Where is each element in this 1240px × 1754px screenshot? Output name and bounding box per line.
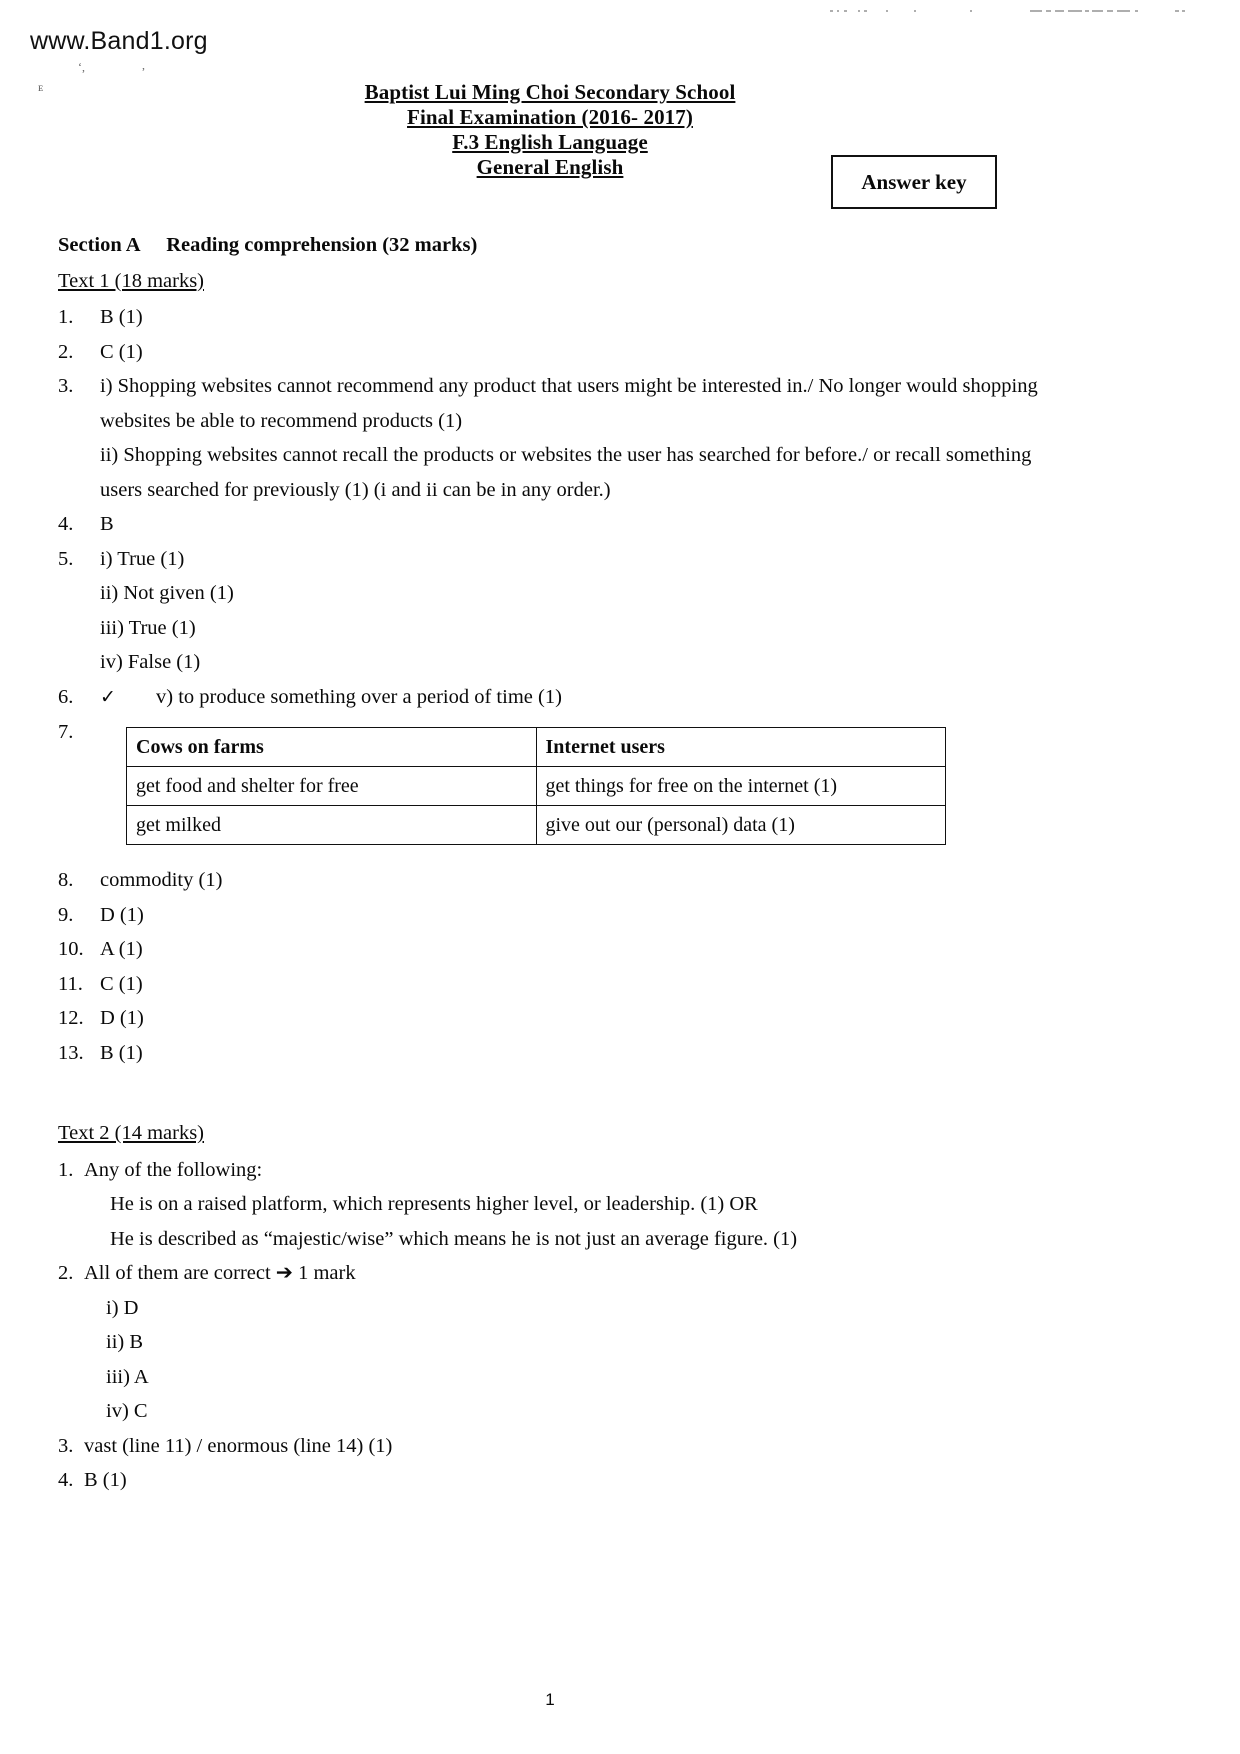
item-number: 4. [58, 1469, 74, 1491]
school-name: Baptist Lui Ming Choi Secondary School [364, 80, 736, 104]
answer-item-4: 4. B [58, 507, 1058, 542]
item-text: Any of the following: [84, 1158, 263, 1181]
answer-item-10: 10. A (1) [58, 932, 1058, 967]
item-number: 10. [58, 938, 84, 960]
answer-item-8: 8. commodity (1) [58, 863, 1058, 898]
column-header-cows: Cows on farms [126, 727, 537, 767]
answer-item-5: 5. i) True (1) ii) Not given (1) iii) Tr… [58, 542, 1058, 680]
item-text: C (1) [100, 972, 143, 995]
table-row: get food and shelter for free get things… [126, 766, 946, 806]
answer-item-1: 1. B (1) [58, 300, 1058, 335]
text1-answer-list-continued: 8. commodity (1) 9. D (1) 10. A (1) 11. C (1… [58, 863, 1058, 1070]
item-number: 3. [58, 1434, 74, 1457]
answer-item-t2-3: 3. vast (line 11) / enormous (line 14) (1… [58, 1429, 1058, 1464]
item-text: C (1) [100, 340, 143, 363]
item-text: All of them are correct ➔ 1 mark [84, 1262, 356, 1284]
answer-item-11: 11. C (1) [58, 967, 1058, 1002]
item-number: 7. [58, 721, 74, 743]
checkmark-icon: ✓ [100, 686, 116, 708]
item-option-a: He is on a raised platform, which repres… [110, 1193, 758, 1215]
answer-item-t2-4: 4. B (1) [58, 1463, 1058, 1498]
answer-item-12: 12. D (1) [58, 1001, 1058, 1036]
item-text-line-ii: ii) Shopping websites cannot recall the … [100, 444, 1032, 501]
item-sub-i: i) D [106, 1296, 139, 1319]
item-sub-iii: iii) A [106, 1365, 149, 1388]
document-body: Section A Reading comprehension (32 mark… [58, 228, 1058, 1498]
answer-key-badge: Answer key [831, 155, 997, 209]
table-cell: get milked [126, 805, 537, 845]
text1-heading: Text 1 (18 marks) [58, 269, 205, 292]
item-text-line-ii: ii) Not given (1) [100, 582, 234, 604]
item-text: commodity (1) [100, 869, 223, 891]
answer-item-9: 9. D (1) [58, 898, 1058, 933]
table-cell: give out our (personal) data (1) [535, 805, 946, 845]
item-number: 11. [58, 972, 83, 995]
comparison-table: Cows on farms Internet users get food an… [126, 727, 946, 845]
item-text: B (1) [100, 1041, 143, 1064]
table-cell: get things for free on the internet (1) [535, 766, 946, 806]
exam-name: Final Examination (2016- 2017) [407, 105, 693, 129]
item-number: 4. [58, 513, 74, 535]
item-number: 3. [58, 375, 74, 397]
scan-smudge-1: ‘, [78, 60, 85, 74]
text2-heading: Text 2 (14 marks) [58, 1122, 205, 1144]
answer-item-13: 13. B (1) [58, 1036, 1058, 1071]
item-text-line-iv: iv) False (1) [100, 651, 201, 673]
item-text: D (1) [100, 903, 144, 926]
answer-item-2: 2. C (1) [58, 335, 1058, 370]
item-text: B [100, 513, 114, 535]
answer-item-6: 6. ✓ v) to produce something over a period… [58, 680, 1058, 716]
answer-item-3: 3. i) Shopping websites cannot recommend… [58, 369, 1058, 507]
item-text-line-iii: iii) True (1) [100, 616, 196, 639]
table-header-row: Cows on farms Internet users [126, 727, 946, 767]
exam-subject: F.3 English Language [452, 130, 648, 154]
item-number: 5. [58, 547, 74, 570]
item-number: 9. [58, 903, 74, 926]
table-cell: get food and shelter for free [126, 766, 537, 806]
site-watermark: www.Band1.org [30, 27, 208, 55]
item-text: D (1) [100, 1007, 144, 1029]
item-text: vast (line 11) / enormous (line 14) (1) [84, 1434, 393, 1457]
item-sub-iv: iv) C [106, 1400, 148, 1422]
item-number: 12. [58, 1007, 84, 1029]
item-text-line-i: i) True (1) [100, 547, 185, 570]
item-number: 2. [58, 340, 74, 363]
answer-item-t2-2: 2. All of them are correct ➔ 1 mark i) D … [58, 1256, 1058, 1429]
item-number: 8. [58, 869, 74, 891]
section-a-heading: Section A Reading comprehension (32 mark… [58, 234, 478, 256]
scan-artifact-noise [830, 8, 1190, 15]
item-number: 1. [58, 1158, 74, 1181]
text1-answer-list: 1. B (1) 2. C (1) 3. i) Shopping websites … [58, 300, 1058, 743]
column-header-internet-users: Internet users [535, 727, 946, 767]
item-sub-ii: ii) B [106, 1331, 144, 1353]
item-number: 1. [58, 306, 74, 328]
item-number: 2. [58, 1262, 74, 1284]
table-row: get milked give out our (personal) data … [126, 805, 946, 845]
item-text: B (1) [84, 1469, 127, 1491]
answer-key-label: Answer key [861, 169, 967, 194]
item-option-b: He is described as “majestic/wise” which… [110, 1227, 798, 1250]
page-number: 1 [545, 1690, 555, 1709]
scan-smudge-2: , [142, 58, 145, 72]
item-text: v) to produce something over a period of… [156, 685, 562, 708]
text2-answer-list: 1. Any of the following: He is on a raise… [58, 1153, 1058, 1498]
answer-item-t2-1: 1. Any of the following: He is on a raise… [58, 1153, 1058, 1257]
item-number: 6. [58, 685, 74, 708]
document-page: www.Band1.org ‘, , ᴇ Baptist Lui Ming Ch… [0, 0, 1240, 1754]
item-number: 13. [58, 1041, 84, 1064]
item-text-line-i: i) Shopping websites cannot recommend an… [100, 375, 1038, 432]
item-text: A (1) [100, 938, 143, 960]
item-text: B (1) [100, 306, 143, 328]
